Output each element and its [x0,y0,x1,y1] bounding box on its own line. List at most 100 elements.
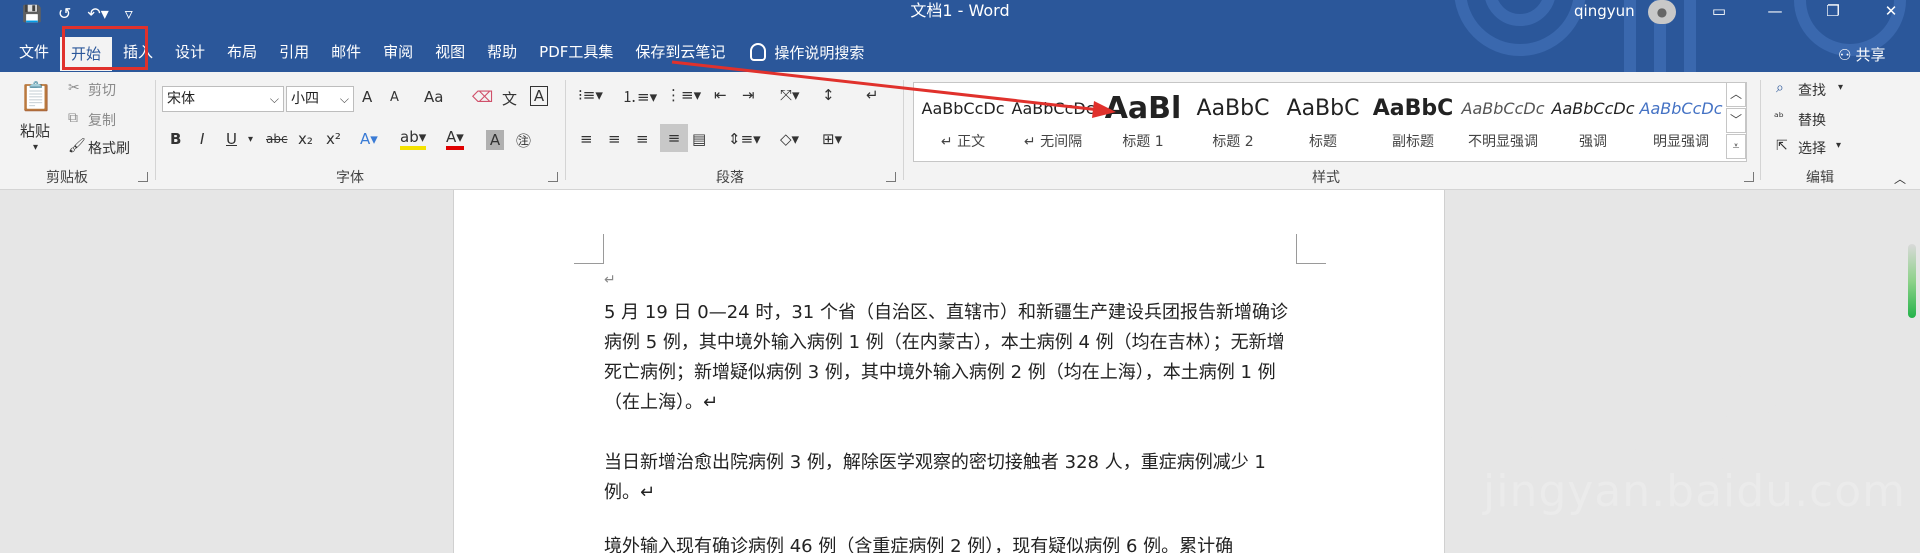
bold-button[interactable]: B [170,130,181,148]
align-right-icon[interactable]: ≡ [636,130,649,148]
strikethrough-button[interactable]: abc [266,132,288,146]
avatar[interactable]: ● [1648,0,1676,24]
style-sample: AaBbC [1372,96,1454,121]
replace-button[interactable]: 替换 [1798,110,1826,130]
justify-icon[interactable]: ≡ [660,124,688,152]
font-launcher-icon[interactable] [548,172,558,182]
watermark-url: jingyan.baidu.com [1483,466,1907,517]
phonetic-guide-icon[interactable]: 文 [502,88,517,109]
style-subtitle[interactable]: AaBbC 副标题 [1368,87,1458,157]
decrease-indent-icon[interactable]: ⇤ [714,86,727,104]
tab-design[interactable]: 设计 [164,37,216,67]
document-page[interactable]: ↵ 5 月 19 日 0—24 时，31 个省（自治区、直辖市）和新疆生产建设兵… [453,190,1445,553]
style-heading-1[interactable]: AaBl 标题 1 [1098,87,1188,157]
borders-icon[interactable]: ⊞▾ [822,130,842,148]
collapse-ribbon-icon[interactable]: ︿ [1894,170,1906,187]
tell-me-search[interactable]: 操作说明搜索 [750,42,864,63]
align-center-icon[interactable]: ≡ [608,130,621,148]
gallery-more-button[interactable]: ⩡ [1726,134,1746,159]
tab-pdf-tools[interactable]: PDF工具集 [528,37,624,67]
style-no-spacing[interactable]: AaBbCcDc ↵ 无间隔 [1008,87,1098,157]
select-button[interactable]: 选择 [1798,138,1826,158]
tab-review[interactable]: 审阅 [372,37,424,67]
increase-indent-icon[interactable]: ⇥ [742,86,755,104]
shrink-font-button[interactable]: A [390,90,399,105]
shading-icon[interactable]: ◇▾ [780,130,799,148]
gallery-up-button[interactable]: ︿ [1726,82,1746,107]
styles-launcher-icon[interactable] [1744,172,1754,182]
group-label-clipboard: 剪贴板 [46,170,88,186]
tab-references[interactable]: 引用 [268,37,320,67]
doc-paragraph[interactable]: 当日新增治愈出院病例 3 例，解除医学观察的密切接触者 328 人，重症病例减少… [604,448,1296,508]
style-subtle-emphasis[interactable]: AaBbCcDc 不明显强调 [1458,87,1548,157]
text-effects-icon[interactable]: A▾ [360,130,378,148]
find-chevron-icon[interactable]: ▾ [1838,82,1843,93]
find-button[interactable]: 查找 [1798,80,1826,100]
character-border-icon[interactable]: A [530,86,548,106]
line-spacing-icon[interactable]: ⇕≡▾ [728,130,761,148]
tab-save-to-cloud-notes[interactable]: 保存到云笔记 [624,37,736,67]
sort-icon[interactable]: ↕ [822,86,835,104]
character-shading-icon[interactable]: A [486,130,504,150]
copy-button[interactable]: 复制 [88,110,116,130]
italic-button[interactable]: I [200,130,204,148]
replace-icon: ᵃᵇ [1774,110,1784,124]
tab-help[interactable]: 帮助 [476,37,528,67]
change-case-button[interactable]: Aa [424,88,443,106]
crop-mark-left [574,234,604,264]
style-sample: AaBbCcDc [1639,99,1723,118]
style-intense-emphasis[interactable]: AaBbCcDc 明显强调 [1638,87,1724,157]
tab-file[interactable]: 文件 [8,37,60,67]
styles-gallery: AaBbCcDc ↵ 正文 AaBbCcDc ↵ 无间隔 AaBl 标题 1 A… [913,82,1747,162]
tab-view[interactable]: 视图 [424,37,476,67]
highlight-color-icon[interactable]: ab▾ [400,128,427,150]
style-normal[interactable]: AaBbCcDc ↵ 正文 [918,87,1008,157]
user-name[interactable]: qingyun [1574,0,1635,22]
person-icon: ⚇ [1838,45,1852,64]
font-size-combo[interactable]: 小四 ⌵ [286,86,354,112]
style-name: ↵ 无间隔 [1023,134,1083,150]
underline-button[interactable]: U [226,130,237,148]
chinese-layout-icon[interactable]: ⤧▾ [780,86,800,104]
group-label-editing: 编辑 [1806,170,1834,186]
superscript-button[interactable]: x² [326,130,341,148]
ribbon-display-options-button[interactable]: ▭ [1696,0,1742,22]
paste-chevron-icon[interactable]: ▾ [33,142,38,153]
multilevel-list-icon[interactable]: ⋮≡▾ [666,86,701,104]
distributed-icon[interactable]: ▤ [692,130,706,148]
tab-mailings[interactable]: 邮件 [320,37,372,67]
numbering-icon[interactable]: ⒈≡▾ [622,86,657,107]
grow-font-button[interactable]: A [362,88,372,106]
doc-paragraph[interactable]: 5 月 19 日 0—24 时，31 个省（自治区、直辖市）和新疆生产建设兵团报… [604,298,1296,418]
style-heading-2[interactable]: AaBbC 标题 2 [1188,87,1278,157]
clipboard-launcher-icon[interactable] [138,172,148,182]
subscript-button[interactable]: x₂ [298,130,313,148]
search-icon: ⌕ [1776,80,1784,96]
font-color-icon[interactable]: A▾ [446,128,464,150]
style-name: 标题 2 [1212,134,1254,150]
gallery-down-button[interactable]: ﹀ [1726,108,1746,133]
paste-button[interactable]: 粘贴 [20,120,50,141]
tab-layout[interactable]: 布局 [216,37,268,67]
enclose-characters-icon[interactable]: ㊟ [516,130,531,151]
style-sample: AaBbCcDc [921,99,1005,118]
style-title[interactable]: AaBbC 标题 [1278,87,1368,157]
show-marks-icon[interactable]: ↵ [866,86,879,104]
style-emphasis[interactable]: AaBbCcDc 强调 [1548,87,1638,157]
share-button[interactable]: ⚇ 共享 [1838,44,1885,65]
select-chevron-icon[interactable]: ▾ [1836,140,1841,151]
cut-button[interactable]: 剪切 [88,80,116,100]
restore-button[interactable]: ❐ [1810,0,1856,22]
doc-paragraph[interactable]: 境外输入现有确诊病例 46 例（含重症病例 2 例），现有疑似病例 6 例。累计… [604,532,1296,553]
font-name-combo[interactable]: 宋体 ⌵ [162,86,284,112]
clear-formatting-icon[interactable]: ⌫ [472,88,493,106]
align-left-icon[interactable]: ≡ [580,130,593,148]
underline-chevron-icon[interactable]: ▾ [248,134,253,145]
vertical-scrollbar-thumb[interactable] [1908,244,1916,318]
close-button[interactable]: ✕ [1868,0,1914,22]
format-painter-button[interactable]: 格式刷 [88,138,130,158]
paragraph-launcher-icon[interactable] [886,172,896,182]
minimize-button[interactable]: — [1752,0,1798,22]
bullets-icon[interactable]: ⁝≡▾ [578,86,603,104]
font-size-value: 小四 [291,91,319,107]
